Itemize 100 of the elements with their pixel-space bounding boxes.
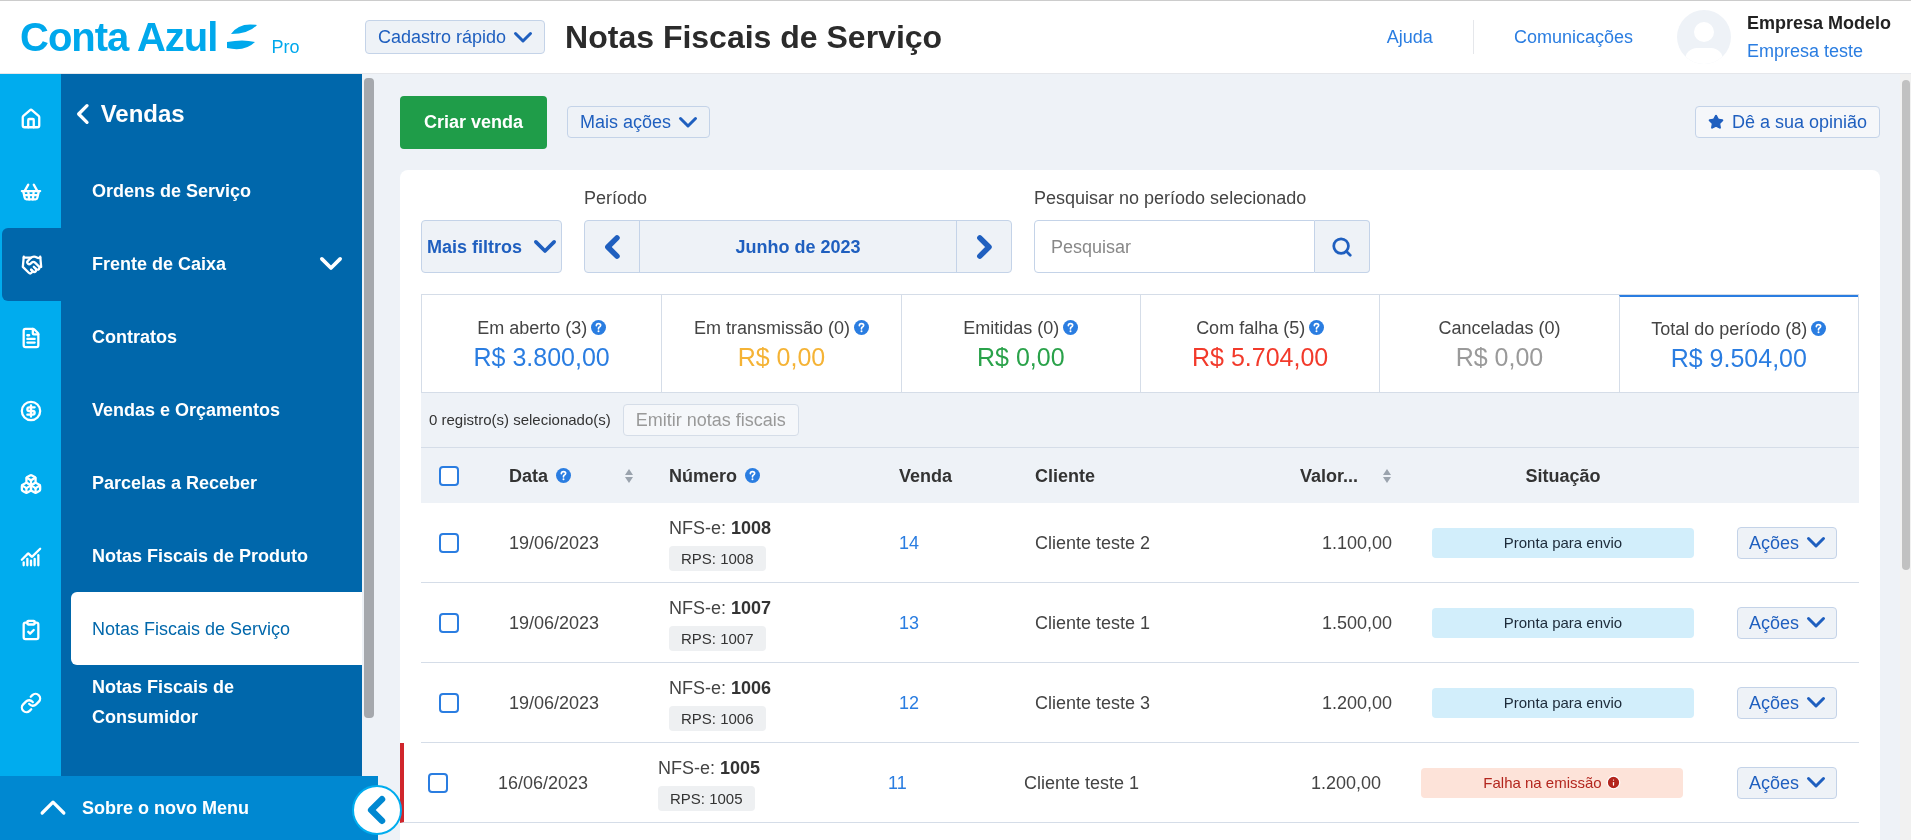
back-icon[interactable] <box>77 104 89 124</box>
feedback-button[interactable]: Dê a sua opinião <box>1694 106 1880 138</box>
tile-amount: R$ 0,00 <box>737 341 826 373</box>
tile-amount: R$ 5.704,00 <box>1192 341 1329 373</box>
column-header[interactable]: Cliente <box>1035 461 1255 490</box>
summary-tile[interactable]: Em aberto (3) R$ 3.800,00 <box>422 295 662 392</box>
column-header[interactable]: Valor... <box>1255 461 1392 490</box>
next-icon[interactable] <box>977 235 991 258</box>
selection-count: 0 registro(s) selecionado(s) <box>429 409 611 430</box>
actions-dropdown[interactable]: Ações <box>1737 606 1837 639</box>
company-name: Empresa Modelo <box>1746 12 1891 35</box>
logo-mark-icon <box>225 22 260 52</box>
client-cell-text: Cliente teste 3 <box>1035 691 1152 715</box>
boxes-icon <box>19 472 42 495</box>
column-header[interactable]: Número <box>669 461 899 490</box>
summary-tile[interactable]: Emitidas (0) R$ 0,00 <box>900 295 1140 392</box>
summary-tile[interactable]: Em transmissão (0) R$ 0,00 <box>661 295 901 392</box>
chevron-down-icon <box>514 31 533 43</box>
actions-dropdown[interactable]: Ações <box>1737 766 1837 799</box>
tile-label: Canceladas (0) <box>1438 316 1561 340</box>
row-checkbox[interactable] <box>439 692 459 713</box>
chevron-down-icon <box>1807 617 1825 628</box>
tile-label: Em transmissão (0) <box>693 316 850 340</box>
field-label: Período <box>584 187 649 210</box>
client-cell-text: Cliente teste 1 <box>1024 771 1141 795</box>
previous-icon[interactable] <box>605 235 619 258</box>
submenu-item[interactable]: Notas Fiscais de Produto <box>61 519 362 592</box>
summary-tile[interactable]: Canceladas (0) R$ 0,00 <box>1379 295 1619 392</box>
handshake-icon <box>20 253 43 276</box>
status-badge: Pronta para envio <box>1432 607 1694 638</box>
submenu-title: Vendas <box>100 99 185 129</box>
select-all-checkbox[interactable] <box>439 465 459 486</box>
tile-label: Total do período (8) <box>1651 317 1808 341</box>
sort-icon[interactable] <box>624 467 634 484</box>
chevron-down-icon <box>1807 537 1825 548</box>
tile-amount: R$ 3.800,00 <box>473 341 610 373</box>
column-header[interactable]: Situação <box>1432 461 1694 490</box>
client-cell-text: Cliente teste 1 <box>1035 611 1152 635</box>
more-filters-dropdown[interactable]: Mais filtros <box>421 220 562 273</box>
sale-link[interactable]: 12 <box>899 688 1035 717</box>
submenu-item[interactable]: Notas Fiscais de Consumidor <box>61 665 362 738</box>
actions-dropdown[interactable]: Ações <box>1737 686 1837 719</box>
rps-tag: RPS: 1006 <box>669 705 766 732</box>
status-badge: Falha na emissão <box>1421 767 1683 798</box>
row-checkbox[interactable] <box>428 772 448 793</box>
help-icon <box>556 468 571 483</box>
submenu-item[interactable]: Vendas e Orçamentos <box>61 373 362 446</box>
status-badge: Pronta para envio <box>1432 687 1694 718</box>
tile-label: Com falha (5) <box>1196 316 1306 340</box>
invoice-number: NFS-e: 1006 <box>669 676 772 700</box>
actions-dropdown[interactable]: Ações <box>1737 526 1837 559</box>
value-cell-text: 1.200,00 <box>1320 691 1392 715</box>
help-icon <box>1309 320 1325 336</box>
header-link[interactable]: Comunicações <box>1513 23 1633 51</box>
header-link[interactable]: Ajuda <box>1386 23 1433 51</box>
submenu-item[interactable]: Notas Fiscais de Serviço <box>71 592 362 665</box>
sale-link[interactable]: 14 <box>899 528 1035 557</box>
user-link[interactable]: Empresa teste <box>1746 37 1891 65</box>
period-selector[interactable]: Junho de 2023 <box>584 220 1012 273</box>
page-scrollbar-thumb[interactable] <box>1901 80 1910 570</box>
search-field[interactable]: Pesquisar <box>1034 220 1315 273</box>
submenu-item[interactable]: Contratos <box>61 300 362 373</box>
sort-icon[interactable] <box>1382 467 1392 484</box>
tile-label: Em aberto (3) <box>477 316 588 340</box>
submenu-item[interactable]: Frente de Caixa <box>61 227 362 300</box>
date-cell-text: 19/06/2023 <box>509 611 601 635</box>
rps-tag: RPS: 1005 <box>658 785 755 812</box>
row-checkbox[interactable] <box>439 532 459 553</box>
more-actions-dropdown[interactable]: Mais ações <box>567 106 711 138</box>
search-button[interactable] <box>1315 220 1370 273</box>
dollar-coin-icon <box>19 399 42 422</box>
sale-link[interactable]: 11 <box>888 768 1024 797</box>
plan-label: Pro <box>271 36 300 59</box>
status-badge: Pronta para envio <box>1432 527 1694 558</box>
tile-amount: R$ 0,00 <box>977 341 1065 373</box>
date-cell-text: 19/06/2023 <box>509 691 601 715</box>
submenu-item[interactable]: Parcelas a Receber <box>61 446 362 519</box>
invoice-number: NFS-e: 1005 <box>658 756 761 780</box>
help-icon <box>591 320 607 336</box>
menu-footer[interactable]: Sobre o novo Menu <box>0 776 378 840</box>
chevron-left-icon <box>369 797 385 823</box>
create-sale-button[interactable]: Criar venda <box>400 95 548 149</box>
invoice-number: NFS-e: 1007 <box>669 596 772 620</box>
chevron-up-icon <box>40 800 66 816</box>
scrollbar-thumb[interactable] <box>364 78 374 718</box>
tile-label: Emitidas (0) <box>963 316 1060 340</box>
invoice-number: NFS-e: 1008 <box>669 516 772 540</box>
tile-amount: R$ 9.504,00 <box>1670 342 1807 374</box>
row-checkbox[interactable] <box>439 612 459 633</box>
quick-add-dropdown[interactable]: Cadastro rápido <box>365 20 546 54</box>
submenu-item[interactable]: Ordens de Serviço <box>61 154 362 227</box>
value-cell-text: 1.500,00 <box>1320 611 1392 635</box>
chevron-down-icon <box>1807 777 1825 788</box>
help-icon <box>1811 321 1827 337</box>
value-cell-text: 1.100,00 <box>1320 531 1392 555</box>
sale-link[interactable]: 13 <box>899 608 1035 637</box>
column-header[interactable]: Venda <box>899 461 1035 490</box>
summary-tile[interactable]: Com falha (5) R$ 5.704,00 <box>1140 295 1380 392</box>
column-header[interactable]: Data <box>509 461 669 490</box>
info-icon <box>1605 775 1621 790</box>
